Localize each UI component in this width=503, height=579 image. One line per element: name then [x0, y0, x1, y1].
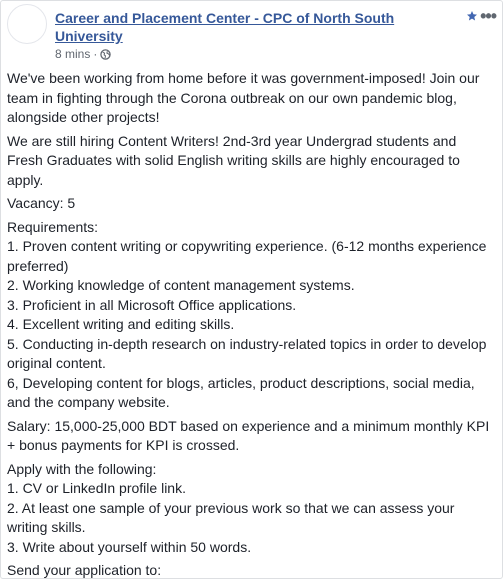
post-actions: •••: [466, 7, 497, 25]
page-name-link[interactable]: Career and Placement Center - CPC of Nor…: [55, 9, 415, 45]
post-timestamp[interactable]: 8 mins: [55, 47, 90, 61]
post-paragraph: Vacancy: 5: [7, 194, 493, 214]
post-text-line: Apply with the following:: [7, 460, 157, 477]
post-text-line: We are still hiring Content Writers! 2nd…: [7, 132, 460, 188]
post-text-line: We've been working from home before it w…: [7, 70, 480, 125]
post-text-line: 2. Working knowledge of content manageme…: [7, 277, 355, 293]
post-paragraph: Requirements: 1. Proven content writing o…: [7, 218, 493, 413]
post-text-line: Requirements:: [7, 218, 99, 235]
post-header: Career and Placement Center - CPC of Nor…: [1, 1, 502, 63]
post-text-line: 3. Proficient in all Microsoft Office ap…: [7, 296, 297, 313]
post-text-line: Salary: 15,000-25,000 BDT based on exper…: [7, 417, 490, 454]
post-text-line: 1. CV or LinkedIn profile link.: [7, 480, 186, 496]
post-paragraph: Salary: 15,000-25,000 BDT based on exper…: [7, 417, 493, 456]
post-paragraph: We are still hiring Content Writers! 2nd…: [7, 132, 493, 191]
post-text-line: 4. Excellent writing and editing skills.: [7, 316, 235, 332]
meta-separator: ·: [93, 47, 98, 61]
post-body: We've been working from home before it w…: [7, 69, 493, 578]
post-text-line: 6, Developing content for blogs, article…: [7, 374, 475, 411]
post-text-line: 5. Conducting in-depth research on indus…: [7, 335, 487, 372]
post-paragraph: Apply with the following: 1. CV or Linked…: [7, 460, 493, 558]
post-meta: 8 mins ·: [55, 46, 112, 62]
globe-icon[interactable]: [100, 48, 112, 60]
star-icon[interactable]: [466, 10, 478, 22]
post-text-line: 3. Write about yourself within 50 words.: [7, 538, 252, 555]
more-options-icon[interactable]: •••: [480, 7, 497, 25]
post-text-line: Send your application to:: [7, 562, 162, 578]
post-paragraph: Send your application to:: [7, 561, 493, 578]
post-text-line: 1. Proven content writing or copywriting…: [7, 238, 487, 274]
post-text-line: Vacancy: 5: [7, 195, 76, 211]
post-text-line: 2. At least one sample of your previous …: [7, 499, 455, 536]
post-card: Career and Placement Center - CPC of Nor…: [0, 0, 503, 579]
post-paragraph: We've been working from home before it w…: [7, 69, 493, 128]
page-avatar[interactable]: [7, 4, 47, 44]
